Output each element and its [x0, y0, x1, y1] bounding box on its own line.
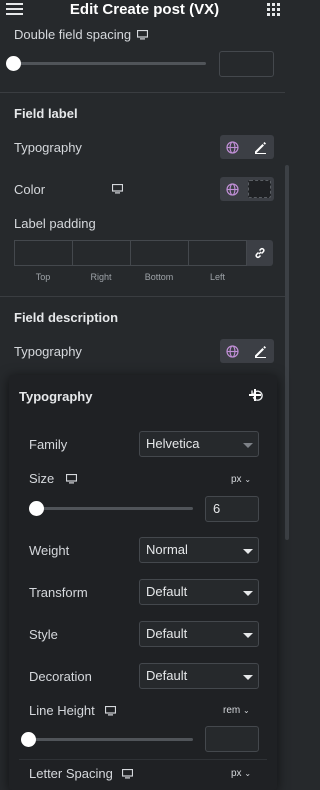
link-values-icon[interactable]: [247, 240, 273, 266]
panel-title: Edit Create post (VX): [69, 1, 220, 18]
letter-spacing-label: Letter Spacing: [29, 766, 113, 781]
panel-scrollbar[interactable]: [285, 165, 289, 540]
size-slider-handle[interactable]: [28, 501, 44, 516]
field-label-typography-controls: [220, 135, 274, 159]
chevron-down-icon: ⌄: [243, 706, 250, 715]
apps-grid-icon[interactable]: [267, 3, 280, 16]
responsive-desktop-icon[interactable]: [137, 30, 148, 40]
field-description-typography-controls: [220, 339, 274, 363]
font-style-value: Default: [146, 626, 188, 641]
chevron-down-icon: [243, 675, 253, 680]
transform-label: Transform: [29, 585, 88, 600]
responsive-desktop-icon[interactable]: [112, 184, 123, 194]
padding-bottom-caption: Bottom: [144, 272, 174, 282]
decoration-label: Decoration: [29, 669, 92, 684]
weight-label: Weight: [29, 543, 70, 558]
double-field-spacing-label: Double field spacing: [14, 27, 132, 42]
field-label-typography-label: Typography: [14, 140, 82, 155]
panel-header: Edit Create post (VX): [0, 0, 289, 20]
line-height-unit: rem: [223, 705, 241, 716]
padding-top-caption: Top: [35, 272, 51, 282]
responsive-desktop-icon[interactable]: [122, 769, 133, 779]
style-label: Style: [29, 627, 58, 642]
popover-title: Typography: [19, 389, 93, 404]
font-family-select[interactable]: Helvetica: [139, 431, 259, 457]
responsive-desktop-icon[interactable]: [66, 474, 77, 484]
font-family-value: Helvetica: [146, 436, 200, 451]
responsive-desktop-icon[interactable]: [105, 706, 116, 716]
chevron-down-icon: [243, 591, 253, 596]
chevron-down-icon: [243, 549, 253, 554]
text-transform-select[interactable]: Default: [139, 579, 259, 605]
padding-right-caption: Right: [90, 272, 112, 282]
padding-top-input[interactable]: [14, 240, 72, 266]
line-height-label: Line Height: [29, 703, 95, 718]
section-divider: [0, 92, 285, 93]
line-height-slider-handle[interactable]: [21, 732, 36, 747]
font-weight-value: Normal: [146, 542, 188, 557]
plus-icon[interactable]: [249, 389, 261, 401]
line-height-slider-track[interactable]: [29, 738, 193, 741]
line-height-unit-select[interactable]: rem ⌄: [223, 705, 250, 716]
double-field-spacing-slider-handle[interactable]: [6, 56, 21, 71]
size-slider-track[interactable]: [29, 507, 193, 510]
font-weight-select[interactable]: Normal: [139, 537, 259, 563]
family-label: Family: [29, 437, 68, 452]
popover-divider: [19, 759, 267, 760]
size-unit: px: [231, 474, 242, 485]
typography-popover: Typography Family Helvetica Size px ⌄ 6 …: [9, 375, 277, 790]
field-label-heading: Field label: [14, 106, 78, 121]
padding-bottom-input[interactable]: [130, 240, 188, 266]
letter-spacing-unit: px: [231, 768, 242, 779]
font-style-select[interactable]: Default: [139, 621, 259, 647]
double-field-spacing-input[interactable]: [219, 51, 274, 77]
section-divider: [0, 296, 285, 297]
field-description-typography-label: Typography: [14, 344, 82, 359]
edit-pencil-icon[interactable]: [246, 135, 274, 159]
padding-right-input[interactable]: [72, 240, 130, 266]
chevron-down-icon: ⌄: [244, 475, 252, 484]
size-unit-select[interactable]: px ⌄: [231, 474, 251, 485]
line-height-input[interactable]: [205, 726, 259, 752]
global-settings-icon[interactable]: [220, 135, 244, 159]
text-decoration-select[interactable]: Default: [139, 663, 259, 689]
field-label-padding-label: Label padding: [14, 216, 96, 231]
chevron-down-icon: [243, 443, 253, 448]
global-color-icon[interactable]: [220, 177, 244, 201]
padding-left-input[interactable]: [188, 240, 247, 266]
color-swatch[interactable]: [248, 180, 271, 198]
edit-pencil-icon[interactable]: [246, 339, 274, 363]
global-settings-icon[interactable]: [220, 339, 244, 363]
field-label-color-label: Color: [14, 182, 46, 197]
padding-left-caption: Left: [209, 272, 225, 282]
text-transform-value: Default: [146, 584, 188, 599]
field-label-color-controls: [220, 177, 274, 201]
chevron-down-icon: ⌄: [244, 769, 252, 778]
size-input[interactable]: 6: [205, 496, 259, 522]
field-description-heading: Field description: [14, 310, 119, 325]
size-label: Size: [29, 471, 55, 486]
letter-spacing-unit-select[interactable]: px ⌄: [231, 768, 251, 779]
chevron-down-icon: [243, 633, 253, 638]
double-field-spacing-slider-track[interactable]: [14, 62, 206, 65]
text-decoration-value: Default: [146, 668, 188, 683]
